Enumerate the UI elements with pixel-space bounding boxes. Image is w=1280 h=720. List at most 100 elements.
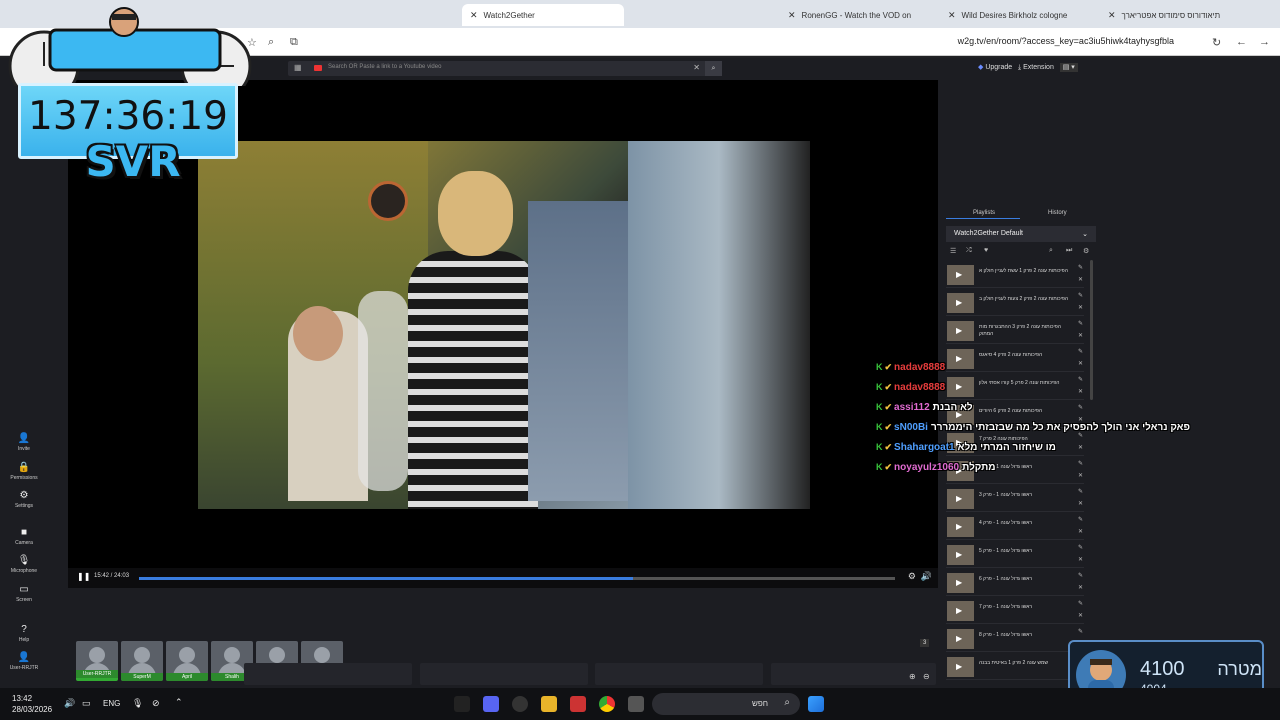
- remove-icon[interactable]: ✕: [1078, 528, 1083, 535]
- close-icon[interactable]: ✕: [1108, 10, 1116, 21]
- remove-icon[interactable]: ✕: [1078, 332, 1083, 339]
- heart-icon[interactable]: ♥: [984, 247, 988, 254]
- nav-user[interactable]: 👤 User-RRJTR: [2, 652, 46, 671]
- chrome-icon[interactable]: [599, 696, 615, 712]
- playlist-item[interactable]: ▶ ראשו גדול עונה 1 - פרק 4 ✎ ✕: [946, 514, 1084, 540]
- search-button[interactable]: ⌕: [705, 61, 722, 76]
- edit-icon[interactable]: ✎: [1078, 292, 1083, 299]
- remove-icon[interactable]: ✕: [1078, 388, 1083, 395]
- playlist-item[interactable]: ▶ ראשו גדול עונה 1 - פרק 7 ✎ ✕: [946, 598, 1084, 624]
- playlist-item[interactable]: ▶ ראשו גדול עונה 1 - פרק 5 ✎ ✕: [946, 542, 1084, 568]
- playlist-item[interactable]: ▶ראשו גדול עונה 1 - פרק 8✎✕: [946, 626, 1084, 652]
- pause-icon[interactable]: ❚❚: [77, 572, 90, 581]
- video-search-bar[interactable]: ▦ Search OR Paste a link to a Youtube vi…: [288, 61, 722, 76]
- remove-icon[interactable]: ✕: [1078, 472, 1083, 479]
- tab-watch2gether[interactable]: ✕ Watch2Gether: [462, 4, 624, 26]
- edit-icon[interactable]: ✎: [1078, 376, 1083, 383]
- progress-bar[interactable]: [139, 577, 895, 580]
- window-icon[interactable]: [628, 696, 644, 712]
- user-tile[interactable]: SuperM: [121, 641, 163, 681]
- edit-icon[interactable]: ✎: [1078, 572, 1083, 579]
- close-icon[interactable]: ✕: [788, 10, 796, 21]
- tab-wild-desires[interactable]: ✕ Wild Desires Birkholz cologne: [940, 4, 1100, 26]
- playlist-item[interactable]: ▶שמש עונה 2 פרק 1 באיטית בבנה✎✕: [946, 654, 1084, 680]
- edit-icon[interactable]: ✎: [1078, 628, 1083, 635]
- shuffle-icon[interactable]: ⤮: [966, 247, 972, 255]
- app-icon[interactable]: [570, 696, 586, 712]
- playlist-item[interactable]: ▶ הפיכותות עונה 2 פרק 5 קורו אסתי אלון ✎ ✕: [946, 374, 1084, 400]
- extension-button[interactable]: ⤓ Extension: [1018, 64, 1054, 71]
- folder-icon[interactable]: [541, 696, 557, 712]
- upgrade-button[interactable]: ◆ Upgrade: [978, 64, 1012, 71]
- edit-icon[interactable]: ✎: [1078, 404, 1083, 411]
- volume-icon[interactable]: 🔊: [64, 698, 75, 709]
- edit-icon[interactable]: ✎: [1078, 516, 1083, 523]
- mute-icon[interactable]: ⊘: [152, 698, 160, 709]
- media-icon[interactable]: [512, 696, 528, 712]
- video-frame[interactable]: [198, 141, 810, 509]
- skip-icon[interactable]: ⏭: [1066, 247, 1072, 255]
- tab-playlists[interactable]: Playlists: [973, 210, 995, 216]
- nav-help[interactable]: ? Help: [2, 624, 46, 643]
- back-icon[interactable]: ←: [1236, 36, 1247, 48]
- gear-icon[interactable]: ⚙: [1083, 247, 1089, 255]
- network-icon[interactable]: ▭: [82, 698, 91, 709]
- grid-icon[interactable]: ▦: [294, 63, 302, 72]
- clock[interactable]: 13:42 28/03/2026: [12, 693, 52, 715]
- playlist-item[interactable]: ▶ הפיכותות עונה 2 פרק 1 עשת לעניין חולק א…: [946, 262, 1084, 288]
- tab-history[interactable]: History: [1048, 210, 1067, 216]
- playlist-select[interactable]: Watch2Gether Default ⌄: [946, 226, 1096, 242]
- playlist-item[interactable]: ▶ הפיכותות עונה 2 פרק 2 צעות לעניין חולק …: [946, 290, 1084, 316]
- nav-settings[interactable]: ⚙ Settings: [2, 490, 46, 509]
- edit-icon[interactable]: ✎: [1078, 320, 1083, 327]
- forward-icon[interactable]: →: [1259, 36, 1270, 48]
- app-icon[interactable]: [454, 696, 470, 712]
- discord-icon[interactable]: [483, 696, 499, 712]
- remove-icon[interactable]: ✕: [1078, 584, 1083, 591]
- playlist-item[interactable]: ▶ הפיכותות עונה 2 פרק 4 סיאגס ✎ ✕: [946, 346, 1084, 372]
- remove-icon[interactable]: ✕: [1078, 276, 1083, 283]
- playlist-item[interactable]: ▶ ראשו גדול עונה 1 - פרק 3 ✎ ✕: [946, 486, 1084, 512]
- zoom-out-icon[interactable]: ⊖: [923, 672, 930, 681]
- user-tile[interactable]: User-RRJTR: [76, 641, 118, 681]
- tab-theodoros[interactable]: ✕ תיאודורוס סימודוס אפטריארך: [1100, 4, 1250, 26]
- edit-icon[interactable]: ✎: [1078, 600, 1083, 607]
- edit-icon[interactable]: ✎: [1078, 460, 1083, 467]
- remove-icon[interactable]: ✕: [1078, 360, 1083, 367]
- edit-icon[interactable]: ✎: [1078, 544, 1083, 551]
- nav-permissions[interactable]: 🔒 Permissions: [2, 462, 46, 481]
- list-icon[interactable]: ☰: [950, 247, 956, 255]
- zoom-in-icon[interactable]: ⊕: [909, 672, 916, 681]
- url-text[interactable]: w2g.tv/en/room/?access_key=ac3iu5hiwk4ta…: [958, 36, 1174, 46]
- nav-microphone[interactable]: 🎙 Microphone: [2, 555, 46, 574]
- clear-icon[interactable]: ✕: [693, 63, 700, 72]
- playlist-item[interactable]: ▶ הפיכותות עונה 2 פרק 3 ההתבגרות מות המתו…: [946, 318, 1084, 344]
- search-input[interactable]: Search OR Paste a link to a Youtube vide…: [328, 64, 441, 70]
- remove-icon[interactable]: ✕: [1078, 500, 1083, 507]
- search-icon[interactable]: ⌕: [268, 36, 274, 49]
- edit-icon[interactable]: ✎: [1078, 264, 1083, 271]
- close-icon[interactable]: ✕: [948, 10, 956, 21]
- nav-invite[interactable]: 👤 Invite: [2, 433, 46, 452]
- taskbar-search[interactable]: חפש ⌕: [652, 693, 800, 715]
- remove-icon[interactable]: ✕: [1078, 304, 1083, 311]
- nav-camera[interactable]: ■ Camera: [2, 527, 46, 546]
- settings-icon[interactable]: ⚙: [908, 571, 916, 582]
- edit-icon[interactable]: ✎: [1078, 488, 1083, 495]
- remove-icon[interactable]: ✕: [1078, 612, 1083, 619]
- playlist-scrollbar[interactable]: [1090, 260, 1093, 400]
- close-icon[interactable]: ✕: [470, 10, 478, 21]
- nav-screen[interactable]: ▭ Screen: [2, 584, 46, 603]
- language-indicator[interactable]: ENG: [103, 699, 120, 708]
- volume-icon[interactable]: 🔊: [921, 571, 932, 582]
- windows-start-icon[interactable]: [808, 696, 824, 712]
- user-tile[interactable]: April: [166, 641, 208, 681]
- tab-ronengg[interactable]: ✕ RonenGG - Watch the VOD on: [780, 4, 940, 26]
- remove-icon[interactable]: ✕: [1078, 444, 1083, 451]
- chevron-up-icon[interactable]: ⌃: [175, 697, 183, 708]
- cast-icon[interactable]: ⧉: [290, 36, 298, 49]
- playlist-item[interactable]: ▶ ראשו גדול עונה 1 - פרק 6 ✎ ✕: [946, 570, 1084, 596]
- remove-icon[interactable]: ✕: [1078, 556, 1083, 563]
- reload-icon[interactable]: ↻: [1212, 36, 1221, 49]
- layout-toggle[interactable]: ▤ ▾: [1059, 63, 1078, 72]
